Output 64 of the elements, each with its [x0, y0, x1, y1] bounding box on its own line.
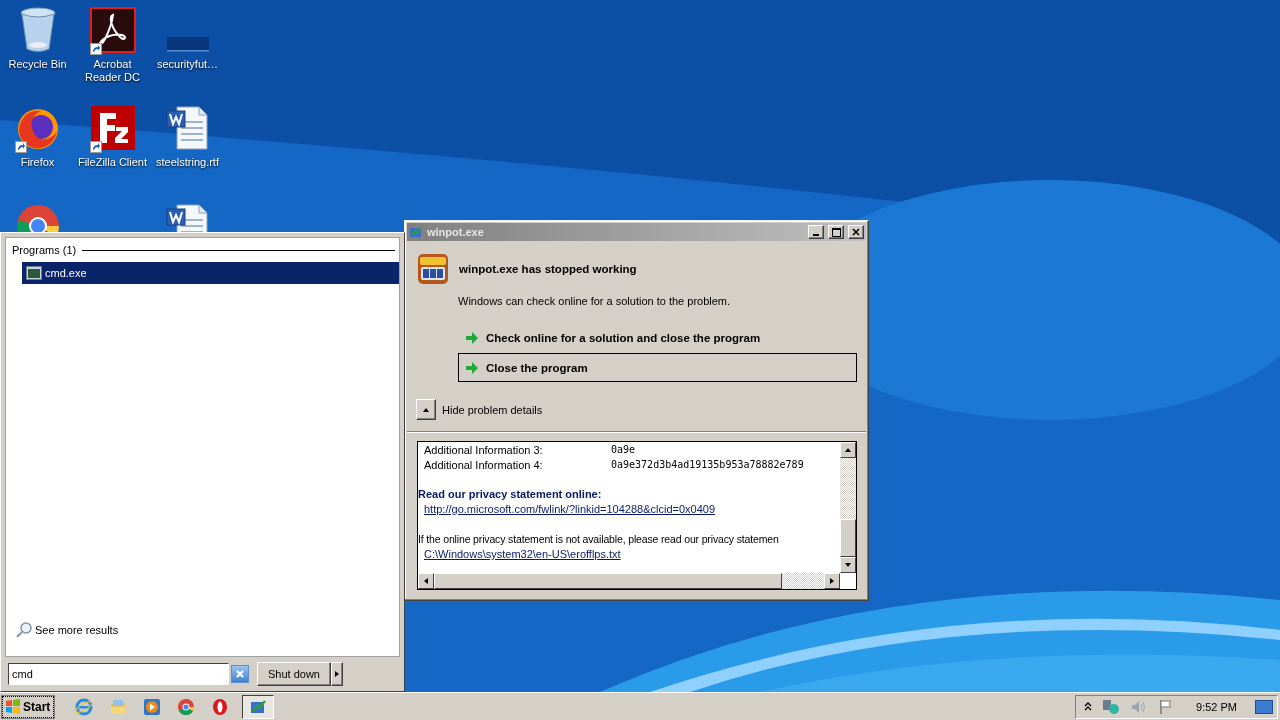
group-title: Programs (1)	[12, 244, 77, 256]
option-button[interactable]: Check online for a solution and close the program	[458, 323, 857, 352]
privacy-link[interactable]: C:\Windows\system32\en-US\erofflps.txt	[424, 547, 621, 562]
zigzag-logo-icon[interactable]	[89, 105, 136, 151]
task-button[interactable]	[242, 694, 274, 719]
swirl-logo-icon[interactable]	[89, 7, 136, 53]
scroll-right-icon	[828, 577, 836, 585]
result-item[interactable]: cmd.exe	[22, 262, 399, 284]
window-title: winpot.exe	[427, 226, 485, 238]
app-icon	[409, 225, 423, 239]
horizontal-scrollbar[interactable]	[418, 573, 840, 589]
show-desktop-icon[interactable]	[1255, 699, 1273, 714]
detail-value: 0a9e372d3b4ad19135b953a78882e789	[611, 459, 804, 470]
caret-icon	[333, 670, 341, 678]
detail-label: Additional Information 3:	[424, 443, 544, 456]
minimize-button[interactable]	[808, 225, 824, 239]
chevron-up-icon[interactable]	[1084, 701, 1093, 712]
detail-value: 0a9e	[611, 444, 636, 455]
shut-down-button[interactable]: Shut down	[257, 662, 331, 686]
icon-label: securityfut…	[156, 58, 219, 71]
search-icon	[16, 622, 32, 638]
flag-icon[interactable]	[1158, 698, 1175, 715]
shut-down-options-button[interactable]	[331, 662, 343, 686]
detail-label: Additional Information 4:	[424, 458, 544, 471]
icon-label: Firefox	[20, 156, 55, 169]
console-icon	[26, 266, 42, 280]
network-icon[interactable]	[1102, 698, 1121, 715]
close-icon	[235, 669, 245, 679]
icon-label: Recycle Bin	[8, 58, 67, 71]
windows-logo-icon	[5, 698, 21, 715]
icon-label: Acrobat Reader DC	[84, 58, 141, 84]
globe-e-icon	[75, 697, 93, 716]
trash-bin-icon[interactable]	[18, 7, 57, 53]
arrow-icon	[465, 361, 479, 374]
maximize-button[interactable]	[828, 225, 844, 239]
icon-label: FileZilla Client	[77, 156, 148, 169]
see-more-link[interactable]: See more results	[35, 624, 119, 636]
scroll-up-icon	[844, 446, 852, 454]
maximize-icon	[831, 227, 841, 237]
privacy-link[interactable]: http://go.microsoft.com/fwlink/?linkid=104288&clcid=0x0409	[424, 502, 716, 517]
play-icon	[143, 697, 161, 716]
clock[interactable]: 9:52 PM	[1196, 700, 1237, 713]
scroll-left-icon	[422, 577, 430, 585]
clear-search-button[interactable]	[231, 665, 249, 683]
slot-machine-icon	[417, 253, 449, 285]
document-icon[interactable]	[164, 105, 211, 151]
scroll-down-icon	[844, 561, 852, 569]
start-button[interactable]: Start	[2, 695, 54, 718]
error-message: Windows can check online for a solution to the problem.	[458, 295, 732, 307]
folder-icon	[109, 697, 127, 716]
privacy-heading: Read our privacy statement online:	[418, 487, 603, 502]
search-field[interactable]: cmd	[8, 663, 229, 685]
privacy-note: If the online privacy statement is not available, please read our privacy statemen	[418, 532, 780, 547]
error-heading: winpot.exe has stopped working	[459, 263, 637, 275]
close-button[interactable]	[848, 225, 864, 239]
ring-logo-icon	[211, 697, 229, 716]
option-button[interactable]: Close the program	[458, 353, 857, 382]
details-toggle-label[interactable]: Hide problem details	[442, 403, 543, 416]
vertical-scrollbar[interactable]	[840, 442, 856, 573]
details-toggle-button[interactable]	[416, 399, 436, 420]
circle-logo-icon	[177, 697, 195, 716]
close-icon	[852, 228, 860, 236]
arrow-icon	[465, 331, 479, 344]
icon-label: steelstring.rtf	[156, 156, 219, 169]
